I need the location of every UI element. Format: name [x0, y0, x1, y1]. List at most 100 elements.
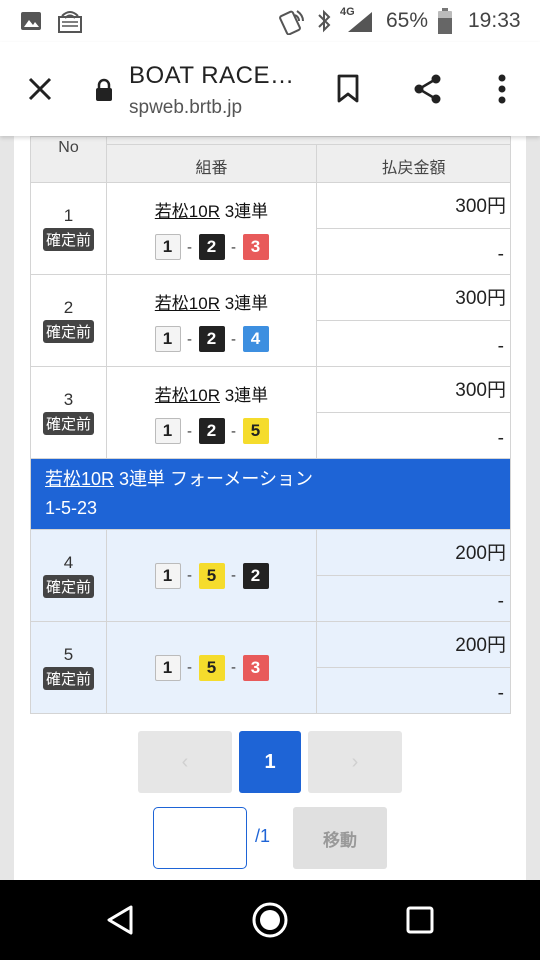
next-page-button[interactable]: › [308, 731, 402, 793]
combo-cell: 1 - 5 - 3 [106, 621, 317, 714]
payout-amount: 300円 [316, 182, 511, 229]
separator: - [187, 659, 192, 676]
combo-cell: 1 - 5 - 2 [106, 529, 317, 622]
boat-number: 2 [242, 562, 269, 589]
boat-number: 3 [242, 234, 269, 260]
status-badge: 確定前 [42, 228, 94, 251]
url-text[interactable]: spweb.brtb.jp [129, 97, 242, 119]
current-page-button[interactable]: 1 [239, 731, 301, 793]
boat-number: 1 [154, 326, 181, 352]
separator: - [187, 330, 192, 348]
separator: - [231, 422, 236, 440]
payout-result: - [316, 320, 511, 367]
payout-amount: 300円 [316, 274, 511, 321]
boat-number: 2 [198, 418, 225, 444]
browser-toolbar: BOAT RACE… spweb.brtb.jp [0, 42, 540, 136]
race-link[interactable]: 若松10R [155, 294, 220, 313]
boat-number: 4 [242, 326, 269, 352]
bluetooth-icon [318, 9, 331, 33]
row-number-cell: 3 確定前 [30, 366, 107, 459]
row-number-cell: 1 確定前 [30, 182, 107, 275]
share-icon [414, 74, 441, 104]
boat-combination: 1 - 2 - 5 [107, 418, 316, 444]
separator: - [231, 330, 236, 348]
row-number-cell: 5 確定前 [30, 621, 107, 714]
formation-header-row: 若松10R 3連単 フォーメーション 1-5-23 [30, 458, 511, 530]
boat-number: 5 [198, 562, 225, 589]
boat-number: 1 [154, 418, 181, 444]
payout-amount: 200円 [316, 621, 511, 668]
signal-icon [348, 12, 372, 32]
formation-race-link[interactable]: 若松10R [45, 469, 114, 489]
combo-cell: 若松10R 3連単 1 - 2 - 5 [106, 366, 317, 459]
boat-combination: 1 - 5 - 3 [107, 654, 316, 681]
back-triangle-icon [107, 905, 133, 935]
nfc-icon [279, 10, 304, 35]
table-row: 2 確定前 若松10R 3連単 1 - 2 - 4 300円 [30, 274, 511, 367]
table-row: 1 確定前 若松10R 3連単 1 - 2 - 3 300円 [30, 182, 511, 275]
status-bar: 4G 65% 19:33 [0, 0, 540, 42]
header-no: No [30, 136, 107, 183]
row-number: 1 [63, 206, 74, 225]
close-button[interactable] [18, 67, 62, 111]
close-icon [28, 77, 52, 101]
race-link[interactable]: 若松10R [155, 202, 220, 221]
bet-type: 3連単 [224, 202, 269, 221]
more-options-button[interactable] [480, 67, 524, 111]
formation-text: 3連単 フォーメーション [119, 469, 313, 489]
page-number-input[interactable] [153, 807, 247, 869]
recents-button[interactable] [398, 898, 442, 942]
boat-combination: 1 - 2 - 3 [107, 234, 316, 260]
clock: 19:33 [468, 9, 521, 32]
table-row: 3 確定前 若松10R 3連単 1 - 2 - 5 300円 [30, 366, 511, 459]
combo-cell: 若松10R 3連単 1 - 2 - 3 [106, 182, 317, 275]
separator: - [231, 567, 236, 584]
bookmark-icon [337, 74, 359, 103]
separator: - [231, 238, 236, 256]
boat-number: 1 [154, 562, 181, 589]
results-table: No 組番 払戻金額 1 確定前 若松10R 3連単 1 - 2 - 3 300… [30, 136, 511, 714]
row-number: 3 [63, 390, 74, 409]
share-button[interactable] [406, 67, 450, 111]
wifi-sim-icon [58, 11, 82, 33]
status-badge: 確定前 [42, 412, 94, 435]
bookmark-button[interactable] [326, 67, 370, 111]
row-number: 2 [63, 298, 74, 317]
separator: - [187, 422, 192, 440]
go-button[interactable]: 移動 [293, 807, 387, 869]
more-vert-icon [498, 74, 506, 104]
boat-number: 2 [198, 326, 225, 352]
formation-combo: 1-5-23 [45, 498, 98, 518]
payout-amount: 200円 [316, 529, 511, 576]
payout-result: - [316, 228, 511, 275]
page-content: No 組番 払戻金額 1 確定前 若松10R 3連単 1 - 2 - 3 300… [0, 136, 540, 880]
system-nav-bar [0, 880, 540, 960]
image-icon [21, 12, 41, 30]
formation-header: 若松10R 3連単 フォーメーション 1-5-23 [30, 458, 511, 530]
race-link[interactable]: 若松10R [155, 386, 220, 405]
home-button[interactable] [248, 898, 292, 942]
status-badge: 確定前 [42, 667, 94, 690]
status-badge: 確定前 [42, 575, 94, 598]
bet-type: 3連単 [224, 294, 269, 313]
separator: - [231, 659, 236, 676]
boat-number: 2 [198, 234, 225, 260]
battery-percent: 65% [386, 9, 429, 32]
header-combo: 組番 [106, 144, 317, 183]
row-number-cell: 4 確定前 [30, 529, 107, 622]
header-payout: 払戻金額 [316, 144, 511, 183]
boat-number: 1 [154, 654, 181, 681]
back-button[interactable] [98, 898, 142, 942]
payout-result: - [316, 575, 511, 622]
boat-number: 1 [154, 234, 181, 260]
payout-result: - [316, 412, 511, 459]
row-number-cell: 2 確定前 [30, 274, 107, 367]
status-badge: 確定前 [42, 320, 94, 343]
prev-page-button[interactable]: ‹ [138, 731, 232, 793]
table-row: 5 確定前 1 - 5 - 3 200円 [30, 621, 511, 714]
boat-combination: 1 - 5 - 2 [107, 562, 316, 589]
lock-icon [96, 78, 112, 101]
recents-square-icon [406, 906, 434, 934]
page-title[interactable]: BOAT RACE… [129, 62, 294, 90]
row-number: 4 [63, 553, 74, 572]
